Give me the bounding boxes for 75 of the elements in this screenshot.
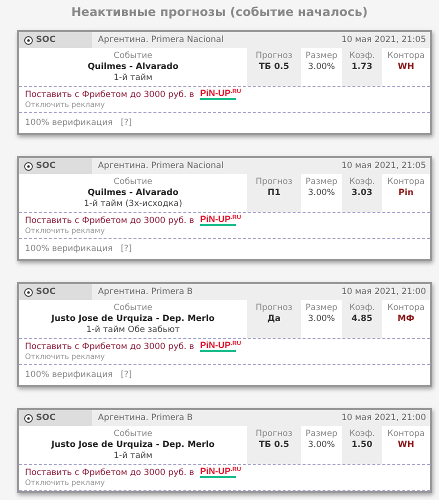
- league-name: Аргентина. Primera B: [98, 413, 193, 423]
- verification-label: 100% верификация: [25, 370, 113, 380]
- column-label: Событие: [114, 428, 152, 440]
- stake-value: 3.00%: [308, 188, 335, 199]
- league-name: Аргентина. Primera Nacional: [98, 161, 224, 171]
- ad-link[interactable]: Поставить с Фрибетом до 3000 руб. в: [25, 216, 194, 226]
- pick-value: П1: [267, 188, 281, 199]
- column-label: Прогноз: [256, 428, 292, 440]
- bet-period: 1-й тайм: [114, 451, 152, 462]
- pinup-logo[interactable]: PiN-UP$^{.RU}$: [200, 215, 242, 226]
- event-datetime: 10 мая 2021, 21:00: [342, 287, 426, 297]
- ad-link[interactable]: Поставить с Фрибетом до 3000 руб. в: [25, 90, 194, 100]
- sport-label: SOC: [36, 35, 56, 45]
- column-label: Контора: [387, 428, 425, 440]
- column-label: Размер: [306, 50, 338, 62]
- match-name: Quilmes - Alvarado: [88, 62, 178, 73]
- sport-label: SOC: [36, 161, 56, 171]
- page-title: Неактивные прогнозы (событие началось): [70, 4, 369, 20]
- bookmaker-name: WH: [398, 62, 414, 73]
- league-name: Аргентина. Primera B: [98, 287, 193, 297]
- column-label: Размер: [306, 428, 338, 440]
- ad-link[interactable]: Поставить с Фрибетом до 3000 руб. в: [25, 468, 194, 478]
- sport-label: SOC: [36, 287, 56, 297]
- event-datetime: 10 мая 2021, 21:05: [342, 35, 426, 45]
- bet-period: 1-й тайм Обе забьют: [86, 325, 180, 336]
- pick-value: ТБ 0.5: [258, 440, 290, 451]
- column-label: Прогноз: [256, 302, 292, 314]
- ad-link[interactable]: Поставить с Фрибетом до 3000 руб. в: [25, 342, 194, 352]
- help-link[interactable]: [?]: [120, 244, 132, 254]
- column-label: Контора: [387, 176, 425, 188]
- column-label: Событие: [114, 50, 152, 62]
- column-label: Коэф.: [349, 428, 375, 440]
- stake-value: 3.00%: [308, 314, 335, 325]
- bookmaker-name: МФ: [398, 314, 414, 325]
- stake-value: 3.00%: [308, 62, 335, 73]
- league-name: Аргентина. Primera Nacional: [98, 35, 224, 45]
- bet-period: 1-й тайм: [114, 73, 152, 84]
- bet-period: 1-й тайм (3х-исходка): [84, 199, 182, 210]
- soccer-ball-icon: [24, 288, 33, 296]
- pinup-logo[interactable]: PiN-UP$^{.RU}$: [200, 89, 242, 100]
- column-label: Коэф.: [349, 50, 375, 62]
- event-datetime: 10 мая 2021, 21:05: [342, 161, 426, 171]
- verification-label: 100% верификация: [25, 244, 113, 254]
- stake-value: 3.00%: [308, 440, 335, 451]
- pick-value: Да: [267, 314, 281, 325]
- match-name: Justo Jose de Urquiza - Dep. Merlo: [51, 314, 215, 325]
- help-link[interactable]: [?]: [120, 370, 132, 380]
- match-name: Justo Jose de Urquiza - Dep. Merlo: [51, 440, 215, 451]
- pinup-logo[interactable]: PiN-UP$^{.RU}$: [200, 341, 242, 352]
- column-label: Событие: [114, 302, 152, 314]
- column-label: Событие: [114, 176, 152, 188]
- column-label: Размер: [306, 176, 338, 188]
- column-label: Прогноз: [256, 176, 292, 188]
- bookmaker-name: Pin: [398, 188, 414, 199]
- soccer-ball-icon: [24, 414, 33, 422]
- column-label: Прогноз: [256, 50, 292, 62]
- column-label: Размер: [306, 302, 338, 314]
- column-label: Коэф.: [349, 176, 375, 188]
- odds-value: 3.03: [352, 188, 372, 199]
- soccer-ball-icon: [24, 36, 33, 44]
- odds-value: 1.50: [352, 440, 372, 451]
- sport-label: SOC: [36, 413, 56, 423]
- event-datetime: 10 мая 2021, 21:00: [342, 413, 426, 423]
- verification-label: 100% верификация: [25, 118, 113, 128]
- help-link[interactable]: [?]: [120, 118, 132, 128]
- column-label: Коэф.: [349, 302, 375, 314]
- odds-value: 4.85: [352, 314, 372, 325]
- soccer-ball-icon: [24, 162, 33, 170]
- odds-value: 1.73: [352, 62, 372, 73]
- pinup-logo[interactable]: PiN-UP$^{.RU}$: [200, 467, 242, 478]
- match-name: Quilmes - Alvarado: [88, 188, 178, 199]
- column-label: Контора: [387, 50, 425, 62]
- column-label: Контора: [387, 302, 425, 314]
- pick-value: ТБ 0.5: [258, 62, 290, 73]
- bookmaker-name: WH: [398, 440, 414, 451]
